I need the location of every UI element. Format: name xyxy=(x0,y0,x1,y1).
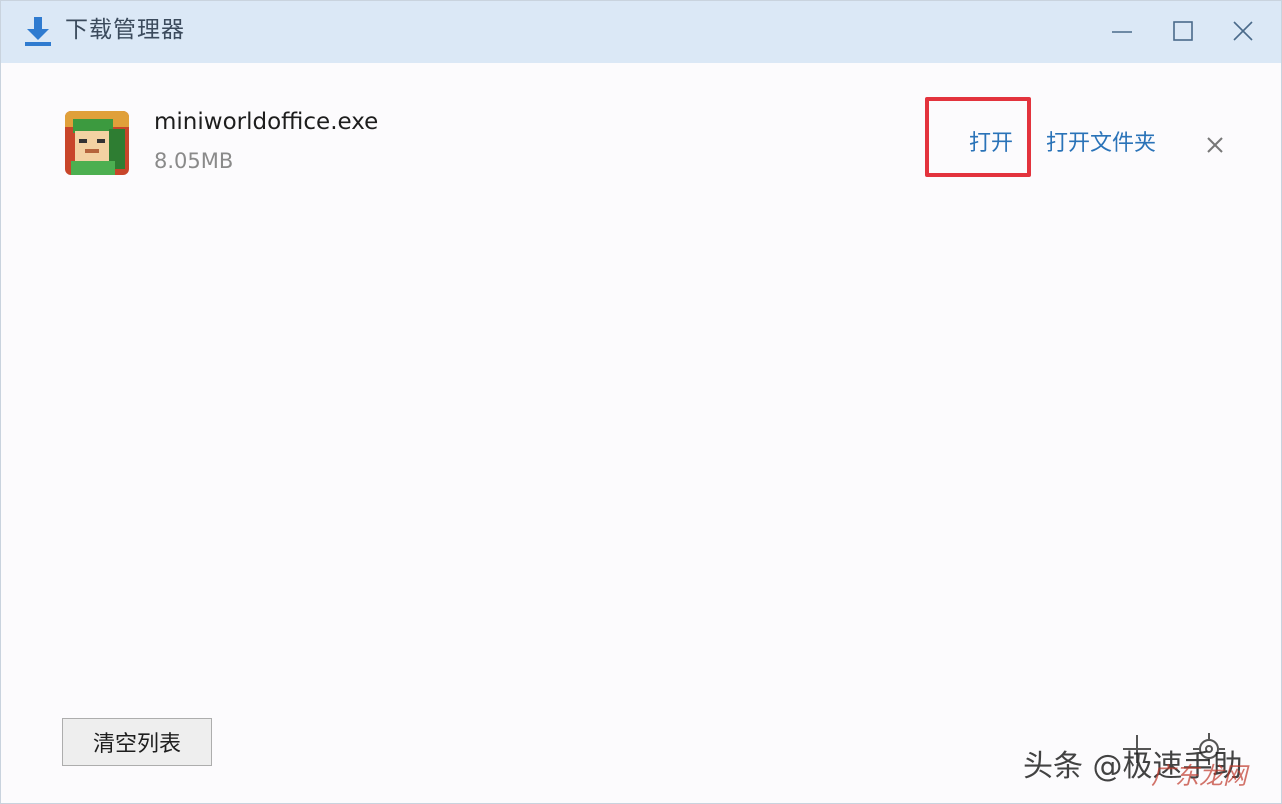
minimize-button[interactable] xyxy=(1102,13,1142,49)
download-manager-window: 下载管理器 miniworldoffice.exe 8.05MB 打开 打开文件… xyxy=(0,0,1282,804)
mini-world-logo-icon xyxy=(65,111,129,175)
remove-item-button[interactable] xyxy=(1202,132,1228,158)
file-name: miniworldoffice.exe xyxy=(154,109,379,135)
title-bar[interactable]: 下载管理器 xyxy=(1,1,1281,63)
close-icon xyxy=(1233,21,1253,41)
maximize-icon xyxy=(1173,21,1193,41)
clear-list-button[interactable]: 清空列表 xyxy=(62,718,212,766)
maximize-button[interactable] xyxy=(1163,13,1203,49)
open-folder-link[interactable]: 打开文件夹 xyxy=(1046,129,1156,159)
close-button[interactable] xyxy=(1223,13,1263,49)
file-size: 8.05MB xyxy=(154,149,234,173)
close-icon xyxy=(1207,137,1223,153)
minimize-icon xyxy=(1112,31,1132,33)
watermark-subtext: 广东龙网 xyxy=(1151,762,1247,790)
open-file-link[interactable]: 打开 xyxy=(969,129,1013,159)
app-icon xyxy=(65,111,129,175)
download-icon xyxy=(25,17,51,46)
window-title: 下载管理器 xyxy=(65,17,185,43)
